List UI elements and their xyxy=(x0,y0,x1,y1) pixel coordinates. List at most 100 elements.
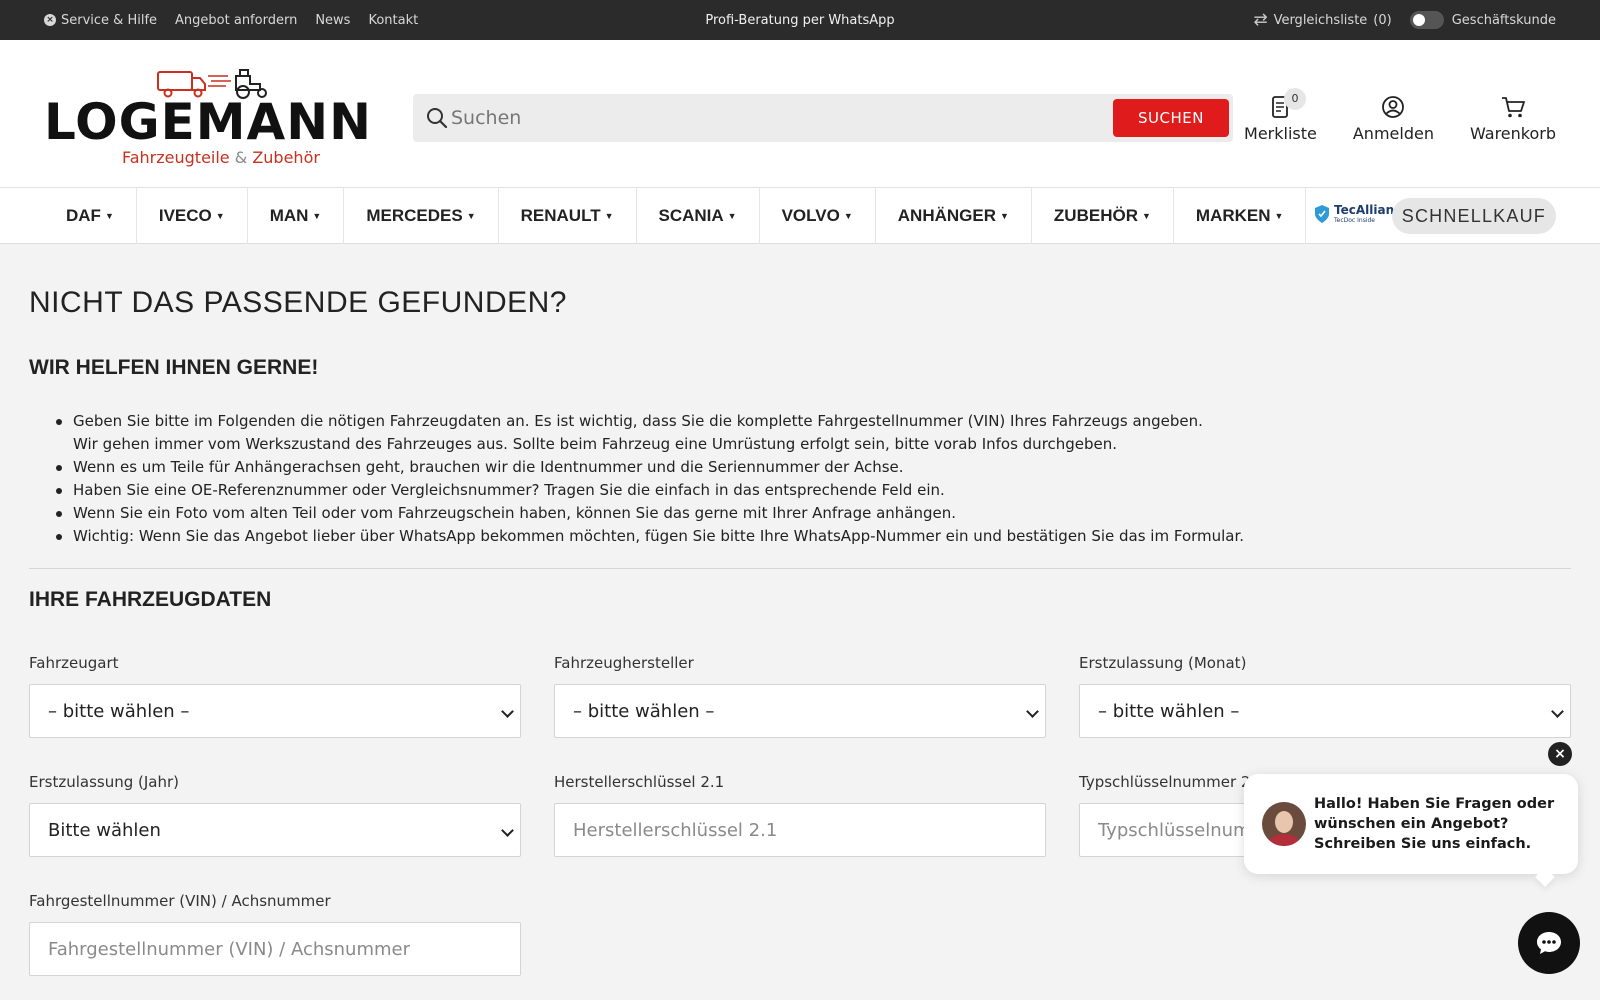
nav-item-label: MAN xyxy=(269,206,309,225)
offer-link[interactable]: Angebot anfordern xyxy=(175,13,297,28)
nav-item-scania[interactable]: SCANIA ▼ xyxy=(637,188,760,244)
nav-item-label: SCANIA xyxy=(658,206,724,225)
top-bar-links: × Service & Hilfe Angebot anfordern News… xyxy=(44,0,418,40)
caret-down-icon: ▼ xyxy=(466,211,476,221)
business-customer-toggle[interactable]: Geschäftskunde xyxy=(1409,11,1556,29)
maker-key-input[interactable] xyxy=(573,819,1023,841)
reg-year-label: Erstzulassung (Jahr) xyxy=(29,773,180,791)
list-item: Geben Sie bitte im Folgenden die nötigen… xyxy=(56,410,1553,456)
nav-item-man[interactable]: MAN ▼ xyxy=(248,188,345,244)
compare-label: Vergleichsliste xyxy=(1273,12,1368,28)
vin-box xyxy=(29,922,521,976)
vehicle-data-heading: IHRE FAHRZEUGDATEN xyxy=(29,588,272,611)
whatsapp-link[interactable]: Profi-Beratung per WhatsApp xyxy=(705,13,894,28)
search-bar: SUCHEN xyxy=(413,94,1233,142)
nav-item-marken[interactable]: MARKEN ▼ xyxy=(1174,188,1307,244)
manufacturer-label: Fahrzeughersteller xyxy=(554,654,694,672)
info-list: Geben Sie bitte im Folgenden die nötigen… xyxy=(56,410,1553,548)
nav-item-label: MARKEN xyxy=(1195,206,1271,225)
maker-key-field: Herstellerschlüssel 2.1 xyxy=(554,773,1046,857)
caret-down-icon: ▼ xyxy=(104,211,114,221)
nav-item-label: IVECO xyxy=(158,206,212,225)
avatar-shirt xyxy=(1268,834,1300,846)
nav-item-label: DAF xyxy=(66,206,101,225)
manufacturer-value: – bitte wählen – xyxy=(573,700,715,722)
nav-item-renault[interactable]: RENAULT ▼ xyxy=(499,188,637,244)
logo[interactable]: LOGEMANN Fahrzeugteile & Zubehör xyxy=(44,64,380,170)
quick-buy-button[interactable]: SCHNELLKAUF xyxy=(1391,198,1556,234)
nav-item-daf[interactable]: DAF ▼ xyxy=(44,188,137,244)
nav-item-label: VOLVO xyxy=(781,206,840,225)
vin-field: Fahrgestellnummer (VIN) / Achsnummer xyxy=(29,892,521,976)
help-icon: × xyxy=(44,14,56,26)
news-link[interactable]: News xyxy=(315,13,350,28)
reg-year-field: Erstzulassung (Jahr) Bitte wählen xyxy=(29,773,521,857)
search-icon xyxy=(427,108,448,129)
vehicle-type-field: Fahrzeugart – bitte wählen – xyxy=(29,654,521,738)
vehicle-type-label: Fahrzeugart xyxy=(29,654,119,672)
logo-tagline-part2: Zubehör xyxy=(252,148,320,167)
nav-item-zubehoer[interactable]: ZUBEHÖR ▼ xyxy=(1032,188,1174,244)
contact-link[interactable]: Kontakt xyxy=(368,13,418,28)
nav-item-volvo[interactable]: VOLVO ▼ xyxy=(760,188,876,244)
maker-key-label: Herstellerschlüssel 2.1 xyxy=(554,773,725,791)
user-icon xyxy=(1382,96,1405,118)
main-nav: DAF ▼ IVECO ▼ MAN ▼ MERCEDES ▼ RENAULT ▼ SCAN… xyxy=(0,188,1600,244)
service-help-link[interactable]: × Service & Hilfe xyxy=(44,13,157,28)
chat-bubble[interactable]: Hallo! Haben Sie Fragen oder wünschen ei… xyxy=(1244,774,1578,874)
search-button[interactable]: SUCHEN xyxy=(1113,99,1229,137)
header: LOGEMANN Fahrzeugteile & Zubehör SUCHEN … xyxy=(0,40,1600,188)
caret-down-icon: ▼ xyxy=(1000,211,1009,221)
toggle-switch[interactable] xyxy=(1409,11,1444,29)
login-label: Anmelden xyxy=(1352,124,1434,143)
manufacturer-select[interactable]: – bitte wählen – xyxy=(554,684,1046,738)
top-bar: × Service & Hilfe Angebot anfordern News… xyxy=(0,0,1600,40)
divider xyxy=(29,568,1571,569)
top-bar-right: ⇄ Vergleichsliste (0) Geschäftskunde xyxy=(1253,0,1556,40)
nav-item-mercedes[interactable]: MERCEDES ▼ xyxy=(344,188,499,244)
list-item: Haben Sie eine OE-Referenznummer oder Ve… xyxy=(56,479,1553,502)
reg-year-select[interactable]: Bitte wählen xyxy=(29,803,521,857)
shield-icon xyxy=(1315,205,1329,223)
list-item: Wenn Sie ein Foto vom alten Teil oder vo… xyxy=(56,502,1553,525)
cart-button[interactable]: Warenkorb xyxy=(1470,94,1556,143)
chat-open-button[interactable] xyxy=(1518,912,1580,974)
cart-label: Warenkorb xyxy=(1469,124,1556,143)
vehicle-type-value: – bitte wählen – xyxy=(48,700,190,722)
vehicle-type-select[interactable]: – bitte wählen – xyxy=(29,684,521,738)
reg-month-field: Erstzulassung (Monat) – bitte wählen – xyxy=(1079,654,1571,738)
wishlist-label: Merkliste xyxy=(1244,124,1317,143)
logo-tagline: Fahrzeugteile & Zubehör xyxy=(122,148,320,167)
compare-link[interactable]: ⇄ Vergleichsliste (0) xyxy=(1253,10,1391,30)
vin-label: Fahrgestellnummer (VIN) / Achsnummer xyxy=(29,892,331,910)
nav-item-anhaenger[interactable]: ANHÄNGER ▼ xyxy=(876,188,1032,244)
list-item-text: Geben Sie bitte im Folgenden die nötigen… xyxy=(73,412,1203,430)
compare-icon: ⇄ xyxy=(1253,10,1268,30)
reg-year-value: Bitte wählen xyxy=(48,819,161,841)
reg-month-value: – bitte wählen – xyxy=(1098,700,1240,722)
caret-down-icon: ▼ xyxy=(727,211,737,221)
avatar xyxy=(1262,802,1306,846)
caret-down-icon: ▼ xyxy=(1274,211,1284,221)
vin-input[interactable] xyxy=(48,938,498,960)
maker-key-box xyxy=(554,803,1046,857)
reg-month-select[interactable]: – bitte wählen – xyxy=(1079,684,1571,738)
login-button[interactable]: Anmelden xyxy=(1353,94,1434,143)
caret-down-icon: ▼ xyxy=(312,211,322,221)
chat-close-button[interactable]: × xyxy=(1548,742,1572,766)
logo-tagline-part1: Fahrzeugteile xyxy=(122,148,230,167)
nav-item-iveco[interactable]: IVECO ▼ xyxy=(137,188,248,244)
caret-down-icon: ▼ xyxy=(843,211,853,221)
help-heading: WIR HELFEN IHNEN GERNE! xyxy=(29,356,319,379)
reg-month-label: Erstzulassung (Monat) xyxy=(1079,654,1247,672)
page-title: NICHT DAS PASSENDE GEFUNDEN? xyxy=(29,286,567,319)
caret-down-icon: ▼ xyxy=(604,211,614,221)
list-item: Wichtig: Wenn Sie das Angebot lieber übe… xyxy=(56,525,1553,548)
nav-item-label: MERCEDES xyxy=(366,206,463,225)
search-input[interactable] xyxy=(451,98,1091,138)
logo-tagline-amp: & xyxy=(234,148,248,167)
wishlist-button[interactable]: 0 Merkliste xyxy=(1244,88,1317,143)
cart-icon xyxy=(1501,97,1525,118)
manufacturer-field: Fahrzeughersteller – bitte wählen – xyxy=(554,654,1046,738)
list-item-text-line2: Wir gehen immer vom Werkszustand des Fah… xyxy=(73,435,1118,453)
